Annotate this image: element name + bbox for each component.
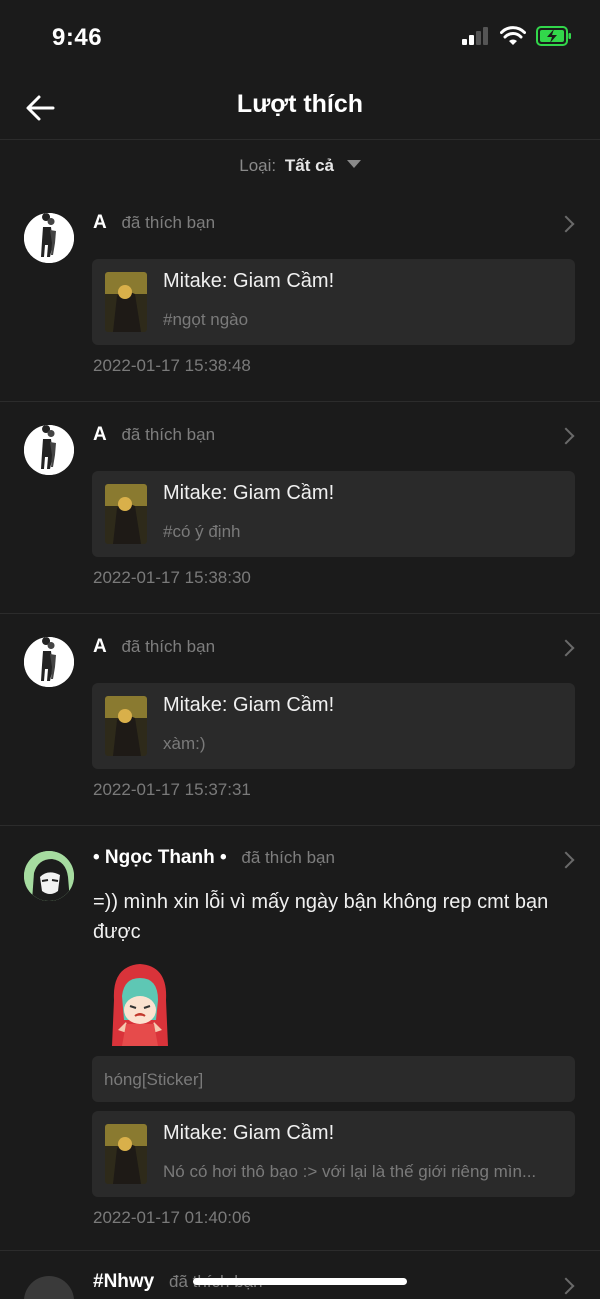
post-thumbnail [105,272,147,332]
timestamp: 2022-01-17 15:38:30 [93,568,251,587]
comment-text: =)) mình xin lỗi vì mấy ngày bận không r… [93,891,549,943]
anime-avatar-image [24,851,74,901]
filter-value: Tất cả [284,156,334,175]
user-name-icon[interactable]: A [93,424,107,445]
post-comment: xàm:) [163,734,206,753]
reply-preview[interactable]: hóng[Sticker] [92,1056,575,1102]
action-text: đã thích bạn [241,848,335,867]
like-notification-item[interactable]: A đã thích bạn Mitake: Giam Cầm! xàm:) 2… [0,614,600,826]
post-title: Mitake: Giam Cầm! [163,1122,335,1144]
user-name-icon[interactable]: A [93,212,107,233]
post-thumbnail [105,696,147,756]
user-name[interactable]: • Ngọc Thanh • [93,847,227,868]
action-text: đã thích bạn [121,213,216,232]
avatar[interactable] [24,1276,74,1299]
avatar[interactable] [24,851,74,901]
like-notification-item[interactable]: #Nhwy đã thích bạn [0,1251,600,1299]
action-text: đã thích bạn [121,637,216,656]
notification-header: • Ngọc Thanh • đã thích bạn [93,847,540,869]
chevron-right-icon[interactable] [557,639,575,657]
post-thumbnail [105,484,147,544]
avatar[interactable] [24,425,74,475]
post-comment: Nó có hơi thô bạo :> với lại là thế giới… [163,1162,537,1181]
user-name[interactable]: #Nhwy [93,1271,154,1292]
chevron-right-icon[interactable] [557,215,575,233]
user-name-icon[interactable]: A [93,636,107,657]
cellular-signal-icon [462,27,488,45]
timestamp: 2022-01-17 01:40:06 [93,1208,251,1227]
like-notification-item[interactable]: • Ngọc Thanh • đã thích bạn =)) mình xin… [0,826,600,1251]
silhouette-avatar-image [24,425,74,475]
battery-charging-icon [536,26,571,46]
post-card[interactable]: Mitake: Giam Cầm! #có ý định [92,471,575,557]
post-tag: #ngọt ngào [163,310,249,329]
notification-header: A đã thích bạn [93,636,540,658]
silhouette-avatar-image [24,637,74,687]
status-icons [462,26,572,46]
timestamp: 2022-01-17 15:37:31 [93,780,251,799]
post-title: Mitake: Giam Cầm! [163,482,335,504]
wifi-icon [500,26,526,45]
sticker-image [104,960,176,1052]
caret-down-icon [346,160,361,168]
like-notification-item[interactable]: A đã thích bạn Mitake: Giam Cầm! #ngọt n… [0,190,600,402]
action-text: đã thích bạn [121,425,216,444]
nav-bar: Lượt thích [0,78,600,140]
timestamp: 2022-01-17 15:38:48 [93,356,251,375]
notification-header: A đã thích bạn [93,424,540,446]
chevron-right-icon[interactable] [557,427,575,445]
silhouette-avatar-image [24,213,74,263]
post-card[interactable]: Mitake: Giam Cầm! Nó có hơi thô bạo :> v… [92,1111,575,1197]
like-notification-item[interactable]: A đã thích bạn Mitake: Giam Cầm! #có ý đ… [0,402,600,614]
post-title: Mitake: Giam Cầm! [163,270,335,292]
post-thumbnail [105,1124,147,1184]
filter-dropdown[interactable]: Loại: Tất cả [0,156,600,176]
filter-label: Loại: [239,156,277,175]
avatar[interactable] [24,637,74,687]
notification-header: A đã thích bạn [93,212,540,234]
status-time: 9:46 [52,24,103,51]
post-card[interactable]: Mitake: Giam Cầm! xàm:) [92,683,575,769]
home-indicator [193,1278,407,1285]
post-card[interactable]: Mitake: Giam Cầm! #ngọt ngào [92,259,575,345]
post-title: Mitake: Giam Cầm! [163,694,335,716]
chevron-right-icon[interactable] [557,851,575,869]
post-tag: #có ý định [163,522,241,541]
status-bar: 9:46 [0,0,600,78]
chevron-right-icon[interactable] [557,1277,575,1295]
page-title: Lượt thích [236,90,364,118]
avatar[interactable] [24,213,74,263]
